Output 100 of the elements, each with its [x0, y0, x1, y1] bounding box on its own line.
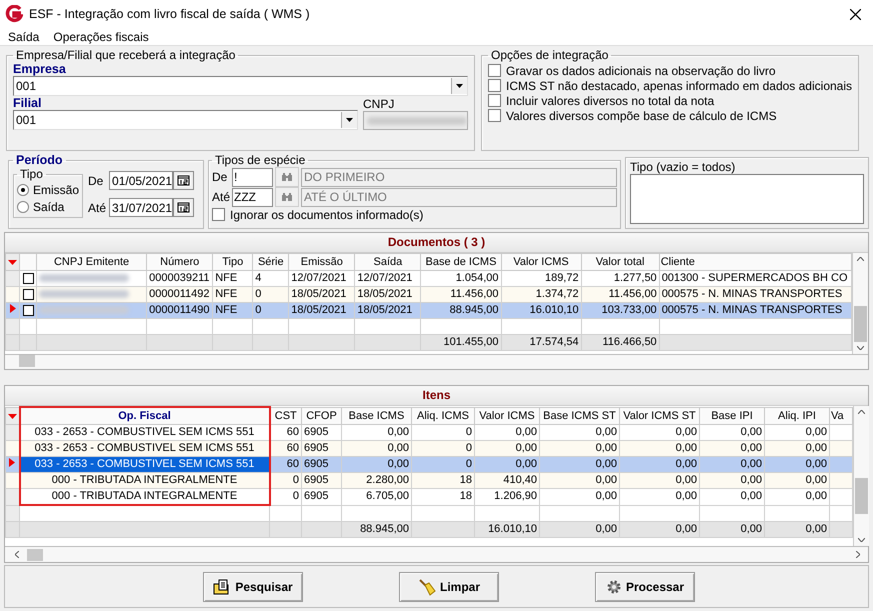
column-header[interactable]: CST	[270, 407, 302, 424]
table-cell: 103.733,00	[581, 302, 660, 318]
column-header[interactable]: Op. Fiscal	[20, 407, 270, 424]
radio-button[interactable]	[17, 184, 29, 196]
dropdown-arrow-icon	[456, 84, 464, 88]
total-value: 101.455,00	[443, 336, 499, 348]
table-cell: 18/05/2021	[288, 286, 355, 302]
checkbox[interactable]	[212, 208, 225, 221]
column-header[interactable]: Saída	[354, 254, 421, 270]
sort-arrow-icon[interactable]	[8, 260, 17, 265]
binoculars-icon	[281, 172, 293, 182]
calendar-button[interactable]	[173, 171, 194, 190]
cnpj-field[interactable]	[363, 111, 468, 130]
column-header[interactable]: CNPJ Emitente	[36, 254, 147, 270]
column-header[interactable]: Base IPI	[700, 407, 764, 424]
checkbox[interactable]	[488, 94, 502, 107]
description-field: DO PRIMEIRO	[301, 168, 617, 186]
input-field[interactable]: ZZZ	[232, 188, 273, 206]
column-header[interactable]: Valor ICMS	[474, 407, 540, 424]
search-button[interactable]	[275, 187, 299, 207]
group-title: Opções de integração	[490, 48, 610, 62]
scroll-up-icon[interactable]	[857, 257, 864, 261]
action-button[interactable]: Limpar	[399, 572, 499, 602]
panel-title: Itens	[5, 386, 868, 406]
scrollbar-thumb[interactable]	[855, 478, 868, 514]
column-header[interactable]: Base ICMS	[342, 407, 412, 424]
group-title: Tipos de espécie	[214, 153, 306, 167]
field-label: Até	[212, 190, 230, 204]
table-cell: 0,00	[342, 440, 412, 456]
action-button[interactable]: Processar	[595, 572, 695, 602]
checkbox[interactable]	[22, 272, 34, 284]
column-header[interactable]: Base ICMS ST	[540, 407, 620, 424]
column-header[interactable]: Série	[252, 254, 289, 270]
column-header[interactable]: Tipo	[212, 254, 253, 270]
group-title: Tipo	[19, 167, 44, 181]
current-row-icon	[9, 458, 16, 467]
column-header[interactable]: Aliq. IPI	[764, 407, 830, 424]
checkbox[interactable]	[488, 64, 502, 77]
scrollbar-thumb[interactable]	[854, 306, 867, 342]
company-dropdown[interactable]: 001	[13, 76, 468, 96]
checkbox[interactable]	[22, 288, 34, 300]
binoculars-icon	[281, 192, 293, 202]
table-cell: 033 - 2653 - COMBUSTIVEL SEM ICMS 551	[20, 440, 270, 456]
dropdown-arrow-icon	[346, 118, 353, 122]
table-cell: 0,00	[342, 456, 412, 472]
table-cell: 0,00	[474, 424, 540, 440]
table-cell: 0,00	[700, 440, 764, 456]
scroll-right-icon[interactable]	[856, 551, 860, 558]
column-header[interactable]: CFOP	[302, 407, 342, 424]
vertical-scrollbar[interactable]	[852, 253, 868, 354]
sort-arrow-icon[interactable]	[8, 414, 17, 419]
table-cell: 000 - TRIBUTADA INTEGRALMENTE	[20, 472, 270, 488]
table-cell: 0,00	[620, 424, 700, 440]
column-header[interactable]: Valor total	[581, 254, 660, 270]
menu-item[interactable]: Operações fiscais	[53, 30, 149, 44]
radio-label: Emissão	[33, 182, 80, 196]
table-cell: 0,00	[540, 472, 620, 488]
scroll-left-icon[interactable]	[15, 551, 19, 558]
scroll-down-icon[interactable]	[857, 346, 864, 350]
table-cell: 0	[252, 302, 289, 318]
scrollbar-thumb[interactable]	[19, 355, 35, 367]
column-header[interactable]: Valor ICMS	[501, 254, 582, 270]
menu-item[interactable]: Saída	[8, 30, 40, 44]
date-field[interactable]: 31/07/2021	[109, 198, 174, 217]
logo-icon	[5, 5, 23, 23]
scroll-down-icon[interactable]	[858, 538, 865, 542]
checkbox[interactable]	[488, 79, 502, 92]
column-header[interactable]: Aliq. ICMS	[412, 407, 474, 424]
group-title: Empresa/Filial que receberá a integração	[15, 48, 236, 62]
horizontal-scrollbar[interactable]	[5, 354, 868, 369]
table-cell: 12/07/2021	[288, 270, 355, 286]
total-value: 0,00	[676, 523, 697, 535]
table-cell: 1.277,50	[581, 270, 660, 286]
input-field[interactable]: !	[232, 168, 273, 186]
scrollbar-thumb[interactable]	[27, 548, 43, 560]
column-header[interactable]: Emissão	[288, 254, 355, 270]
scroll-up-icon[interactable]	[858, 410, 865, 414]
column-header[interactable]: Base de ICMS	[420, 254, 502, 270]
total-value: 0,00	[806, 523, 827, 535]
calendar-button[interactable]	[173, 198, 194, 217]
date-field[interactable]: 01/05/2021	[109, 171, 174, 190]
checkbox-label: ICMS ST não destacado, apenas informado em dados adicionais	[506, 78, 852, 92]
table-cell: 1.206,90	[474, 488, 540, 505]
checkbox[interactable]	[488, 109, 502, 122]
table-cell: 18	[412, 472, 474, 488]
horizontal-scrollbar[interactable]	[5, 546, 868, 562]
column-header[interactable]: Valor ICMS ST	[620, 407, 700, 424]
close-icon[interactable]	[850, 8, 861, 20]
column-header[interactable]: Número	[146, 254, 213, 270]
column-header[interactable]: Cliente	[659, 254, 852, 270]
checkbox[interactable]	[22, 304, 34, 316]
column-header[interactable]: Va	[830, 407, 852, 424]
type-list-field[interactable]	[630, 174, 864, 224]
action-button[interactable]: Pesquisar	[203, 572, 303, 602]
vertical-scrollbar[interactable]	[853, 406, 869, 546]
branch-dropdown[interactable]: 001	[13, 110, 358, 130]
table-cell: 1.054,00	[420, 270, 502, 286]
radio-button[interactable]	[17, 200, 29, 212]
table-cell: 189,72	[501, 270, 582, 286]
search-button[interactable]	[275, 167, 299, 187]
